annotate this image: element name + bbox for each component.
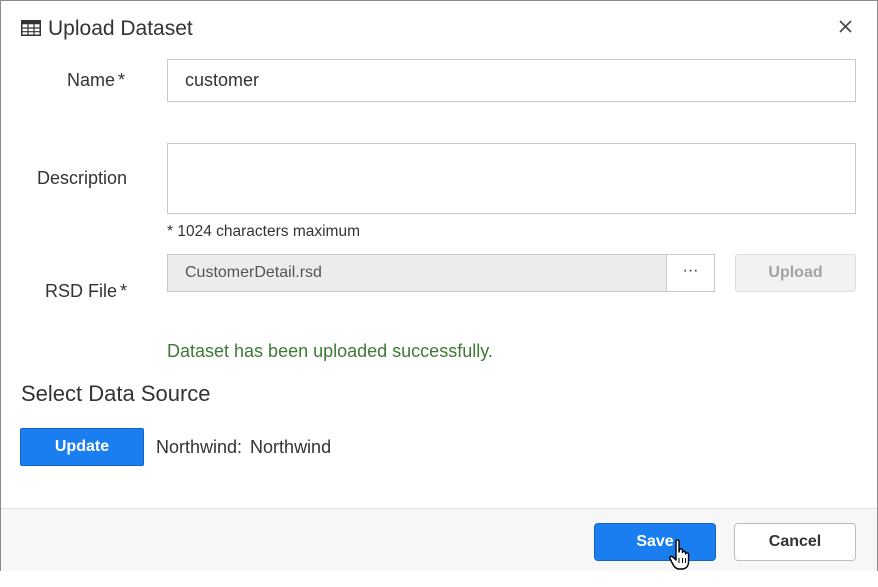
hand-pointer-icon (669, 539, 690, 570)
dialog-footer: Save Cancel (1, 508, 877, 571)
dialog-title: Upload Dataset (48, 17, 193, 40)
rsd-file-label: RSD File * (44, 281, 127, 301)
cancel-button[interactable]: Cancel (734, 523, 856, 561)
name-label: Name * (66, 70, 125, 90)
browse-button[interactable]: ··· (666, 254, 715, 292)
description-hint: * 1024 characters maximum (167, 223, 360, 240)
update-button[interactable]: Update (20, 428, 144, 466)
table-icon (21, 20, 41, 36)
rsd-file-field: CustomerDetail.rsd (167, 254, 667, 292)
save-button[interactable]: Save (594, 523, 716, 561)
data-source-value: Northwind: Northwind (156, 437, 332, 457)
name-input[interactable] (167, 59, 856, 102)
required-mark: * (119, 281, 127, 301)
description-input[interactable] (167, 143, 856, 214)
upload-dataset-dialog: Upload Dataset Name* Description * 1024 … (0, 0, 878, 571)
data-source-heading: Select Data Source (21, 381, 211, 406)
upload-button[interactable]: Upload (735, 254, 856, 292)
description-label: Description (36, 168, 127, 188)
close-icon[interactable] (834, 15, 856, 37)
required-mark: * (117, 70, 125, 90)
upload-success-message: Dataset has been uploaded successfully. (167, 341, 493, 361)
